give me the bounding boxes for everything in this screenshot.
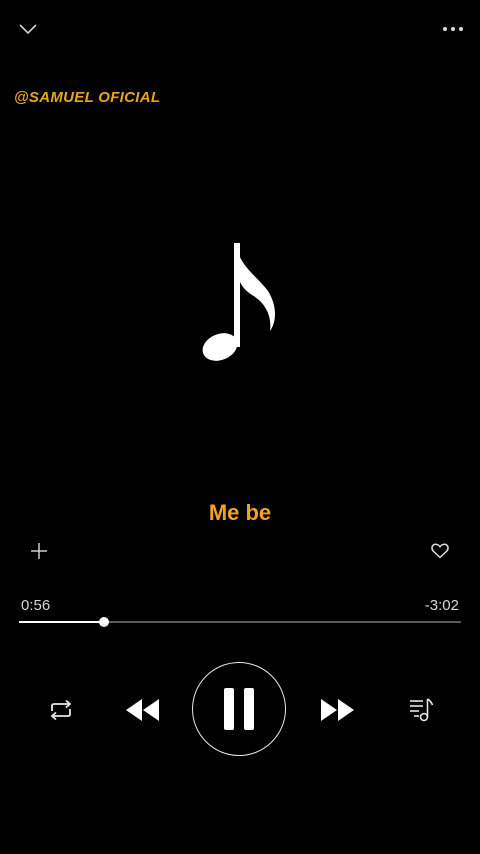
add-button[interactable] bbox=[26, 538, 52, 564]
next-button[interactable] bbox=[317, 694, 359, 726]
more-dots-icon bbox=[443, 27, 463, 31]
lyric-sung: Me be bbox=[208, 500, 272, 525]
like-button[interactable] bbox=[427, 538, 453, 564]
collapse-button[interactable] bbox=[14, 18, 42, 40]
elapsed-time: 0:56 bbox=[21, 597, 51, 614]
repeat-button[interactable] bbox=[44, 694, 78, 726]
pause-icon bbox=[224, 688, 254, 730]
rewind-icon bbox=[126, 699, 159, 721]
watermark-text: @SAMUEL OFICIAL bbox=[14, 89, 161, 106]
play-pause-button[interactable] bbox=[192, 662, 286, 756]
music-note-icon bbox=[202, 243, 275, 361]
playlist-icon bbox=[410, 698, 434, 722]
previous-button[interactable] bbox=[121, 694, 163, 726]
more-options-button[interactable] bbox=[438, 18, 468, 40]
progress-bar[interactable] bbox=[19, 617, 461, 627]
remaining-time: -3:02 bbox=[424, 597, 459, 614]
plus-icon bbox=[31, 543, 47, 559]
progress-fill bbox=[19, 621, 105, 623]
chevron-down-icon bbox=[19, 24, 37, 35]
album-artwork bbox=[190, 235, 290, 375]
lyric-line: Me be bbox=[0, 500, 480, 526]
fast-forward-icon bbox=[321, 699, 354, 721]
queue-button[interactable] bbox=[404, 694, 438, 726]
progress-handle[interactable] bbox=[99, 617, 110, 627]
repeat-icon bbox=[50, 699, 72, 721]
heart-icon bbox=[431, 543, 449, 559]
